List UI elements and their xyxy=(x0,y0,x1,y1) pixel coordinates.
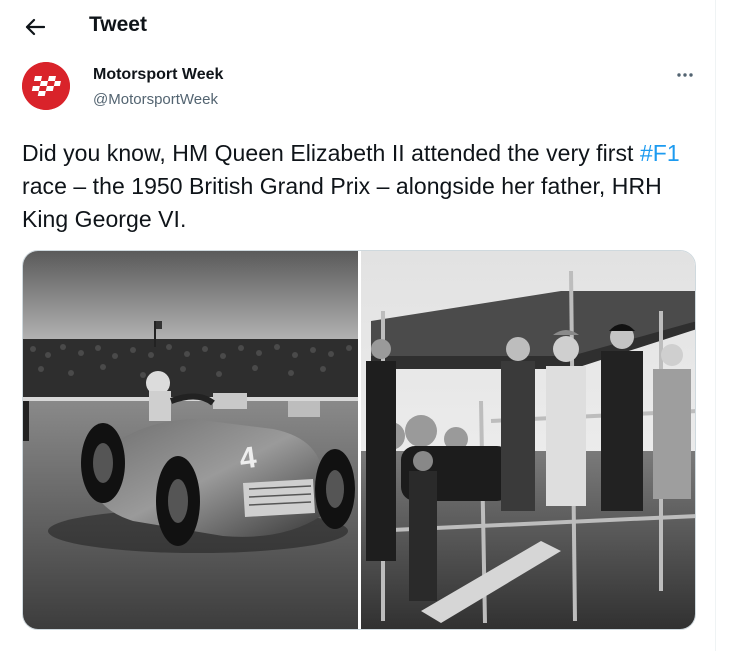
more-options-button[interactable] xyxy=(670,64,700,86)
tweet-text: Did you know, HM Queen Elizabeth II atte… xyxy=(22,137,712,236)
hashtag-link[interactable]: #F1 xyxy=(640,140,680,166)
author-name[interactable]: Motorsport Week xyxy=(93,66,223,84)
tweet-text-part: Did you know, HM Queen Elizabeth II atte… xyxy=(22,140,640,166)
media-grid: 4 xyxy=(22,250,696,630)
arrow-left-icon xyxy=(25,18,45,36)
page-header: Tweet xyxy=(0,0,716,53)
royal-stand-photo[interactable] xyxy=(361,251,695,629)
race-car-photo[interactable]: 4 xyxy=(23,251,358,629)
more-dots-icon xyxy=(677,73,693,77)
tweet-page: Tweet Motorsport Week @MotorsportWeek Di… xyxy=(0,0,716,651)
avatar[interactable] xyxy=(22,62,70,110)
back-button[interactable] xyxy=(20,12,50,42)
author-handle[interactable]: @MotorsportWeek xyxy=(93,91,218,108)
motorsport-week-logo-icon xyxy=(22,62,70,110)
page-title: Tweet xyxy=(89,13,147,36)
tweet-text-part: race – the 1950 British Grand Prix – alo… xyxy=(22,173,662,232)
